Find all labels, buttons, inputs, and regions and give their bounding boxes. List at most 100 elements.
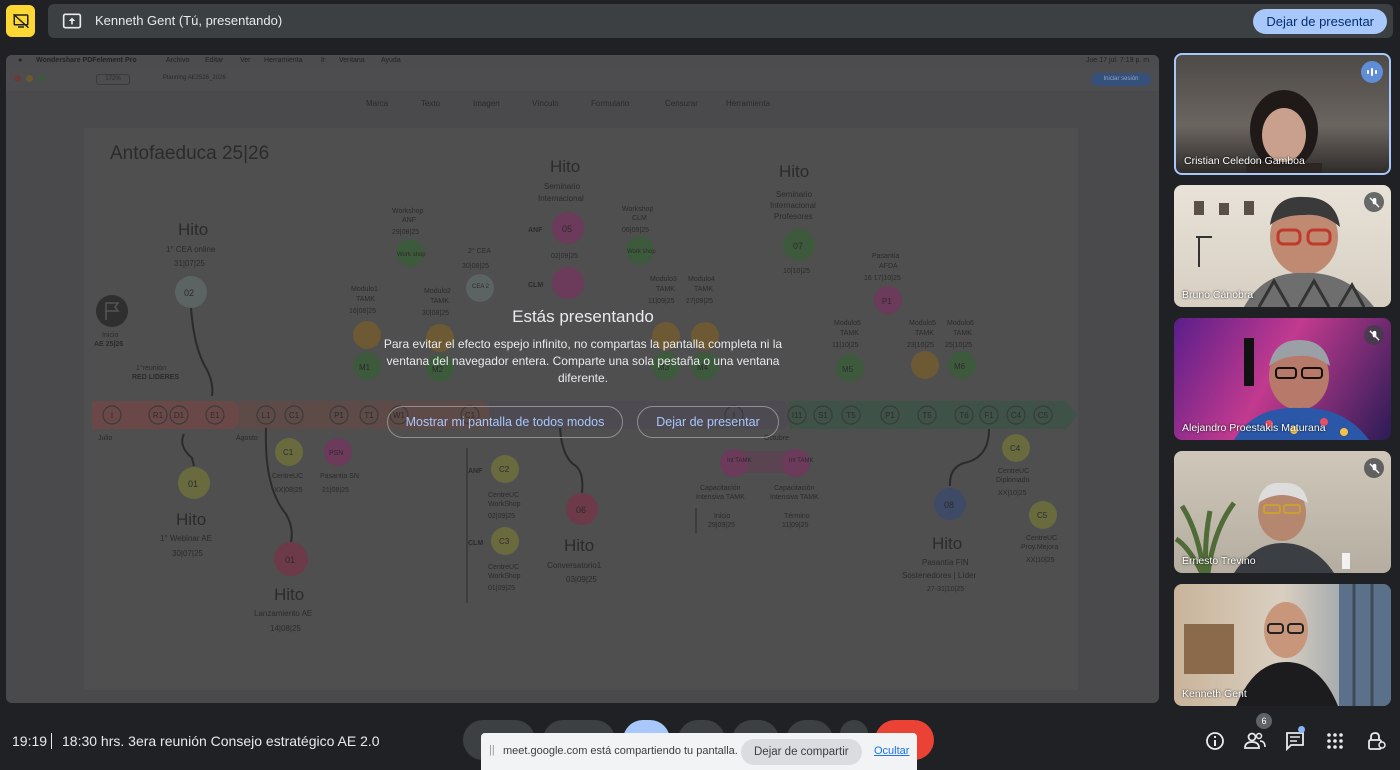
presenting-title: Estás presentando (512, 307, 654, 326)
maximize-window-icon (38, 75, 45, 82)
stop-sharing-button[interactable]: Dejar de compartir (741, 739, 862, 765)
hito-title: Hito (779, 162, 809, 181)
timeline-node-label: T5 (846, 411, 856, 420)
inicio-sub: AE 25|26 (94, 341, 123, 348)
close-window-icon (14, 75, 21, 82)
c5-date: XX|10|25 (1026, 557, 1055, 564)
show-screen-anyway-button[interactable]: Mostrar mi pantalla de todos modos (387, 406, 623, 438)
meeting-title: 18:30 hrs. 3era reunión Consejo estratég… (62, 733, 380, 749)
login-pill: Iniciar sesión (1091, 73, 1151, 86)
participant-name: Cristian Celedon Gamboa (1184, 155, 1305, 167)
c3-date: 01|09|25 (488, 585, 515, 592)
participant-tile[interactable]: Cristian Celedon Gamboa (1174, 53, 1391, 175)
hito-title: Hito (564, 536, 594, 555)
modulo-date: 16|08|25 (349, 308, 376, 315)
overlay-stop-presenting-button[interactable]: Dejar de presentar (637, 406, 779, 438)
chat-icon[interactable] (1284, 730, 1306, 752)
present-off-icon[interactable] (6, 5, 35, 37)
c2-date: 02|09|25 (488, 513, 515, 520)
tool-item: Censurar (665, 99, 698, 108)
timeline-node-label: T6 (959, 411, 969, 420)
hide-link[interactable]: Ocultar (874, 745, 909, 757)
timeline-node-label: L1 (262, 411, 271, 420)
timeline-node-label: F1 (984, 411, 994, 420)
lock-person-icon[interactable] (1365, 730, 1387, 752)
mac-menu-item: Ventana (339, 57, 365, 64)
reunion-label: 1°reunión (136, 364, 166, 372)
c2-code: C2 (499, 465, 510, 474)
modulo-code: M5 (842, 365, 854, 374)
timeline-node-label: C4 (1011, 411, 1022, 420)
hito-sub: Seminario (544, 182, 581, 191)
zoom-level: 172% (96, 74, 130, 85)
pasantia-code: P1 (882, 297, 892, 306)
present-to-all-icon (62, 12, 82, 35)
stop-presenting-button[interactable]: Dejar de presentar (1253, 9, 1387, 34)
drag-handle-icon[interactable]: || (489, 744, 495, 756)
hito-sub: Seminario (776, 190, 813, 199)
modulo-label: TAMK (953, 330, 972, 337)
modulo-label: Modulo4 (688, 276, 715, 283)
c4-label: Diplomado (996, 477, 1030, 484)
modulo-date: 11|09|25 (648, 298, 675, 305)
apple-icon: ● (18, 57, 23, 64)
hito-date: 03|09|25 (566, 575, 597, 584)
mac-clock: Jue 17 jul. 7:19 p. m. (1086, 57, 1151, 64)
hito-title: Hito (932, 534, 962, 553)
timeline-node-label: T5 (922, 411, 932, 420)
hito-circle (552, 267, 584, 299)
hito-title: Hito (550, 157, 580, 176)
cap-circle-label: Int TAMK (727, 458, 751, 464)
hito-date: 10|10|25 (783, 268, 810, 275)
apps-grid-icon[interactable] (1324, 730, 1346, 752)
participant-name: Ernesto Trevino (1182, 555, 1256, 567)
timeline-node-label: C1 (289, 411, 300, 420)
participant-tile[interactable]: Kenneth Gent (1174, 584, 1391, 706)
workshop-date: 06|09|25 (622, 227, 649, 234)
c1-date: XX|08|25 (274, 487, 303, 494)
timeline-node-label: S1 (818, 411, 828, 420)
cap-label: Capacitación (774, 485, 815, 492)
modulo-label: Modulo5 (909, 320, 936, 327)
people-icon[interactable] (1244, 730, 1266, 752)
c5-code: C5 (1037, 511, 1048, 520)
mic-off-icon (1364, 192, 1384, 212)
timeline-node-label: P1 (334, 411, 344, 420)
hito-code: 08 (944, 500, 954, 510)
cap-date: 29|09|25 (708, 522, 735, 529)
info-icon[interactable] (1204, 730, 1226, 752)
participant-tile[interactable]: Bruno Cánobra (1174, 185, 1391, 307)
modulo-label: TAMK (356, 296, 375, 303)
hito-sub: Lanzamiento AE (254, 609, 312, 618)
participant-tile[interactable]: Alejandro Proestakis Maturana (1174, 318, 1391, 440)
timeline-july (92, 401, 246, 429)
hito-title: Hito (274, 585, 304, 604)
psn-label: Pasantia SN (320, 473, 359, 480)
tool-item: Marca (366, 99, 389, 108)
participant-name: Bruno Cánobra (1182, 289, 1254, 301)
tool-item: Formulario (591, 99, 630, 108)
hito-sub: Profesores (774, 212, 813, 221)
workshop-label: ANF (402, 217, 416, 224)
modulo-date: 25|10|25 (945, 342, 972, 349)
cap-label: Inicio (714, 513, 730, 520)
reunion-sub: RED LIDERES (132, 374, 179, 381)
document-tab: Planning AE2526_2026 (163, 75, 226, 81)
modulo-code: M1 (359, 363, 371, 372)
mac-menu-item: Ayuda (381, 57, 401, 64)
cea2-circle-label: CEA 2 (472, 284, 490, 290)
current-time: 19:19 (12, 733, 48, 749)
mac-menu-item: Archivo (166, 57, 190, 64)
app-tab-bar: 172% Planning AE2526_2026 Iniciar sesión (6, 67, 1159, 91)
hito-code: 02 (184, 288, 194, 298)
c3-label: CentreUC (488, 564, 519, 571)
modulo-label: TAMK (694, 286, 713, 293)
modulo-date: 23|10|25 (907, 342, 934, 349)
workshop-label: Workshop (622, 206, 653, 213)
workshop-date: 29|08|25 (392, 229, 419, 236)
participant-tile[interactable]: Ernesto Trevino (1174, 451, 1391, 573)
tool-item: Texto (421, 99, 441, 108)
mic-off-icon (1364, 458, 1384, 478)
hito-title: Hito (176, 510, 206, 529)
month-label: Agosto (236, 435, 258, 442)
